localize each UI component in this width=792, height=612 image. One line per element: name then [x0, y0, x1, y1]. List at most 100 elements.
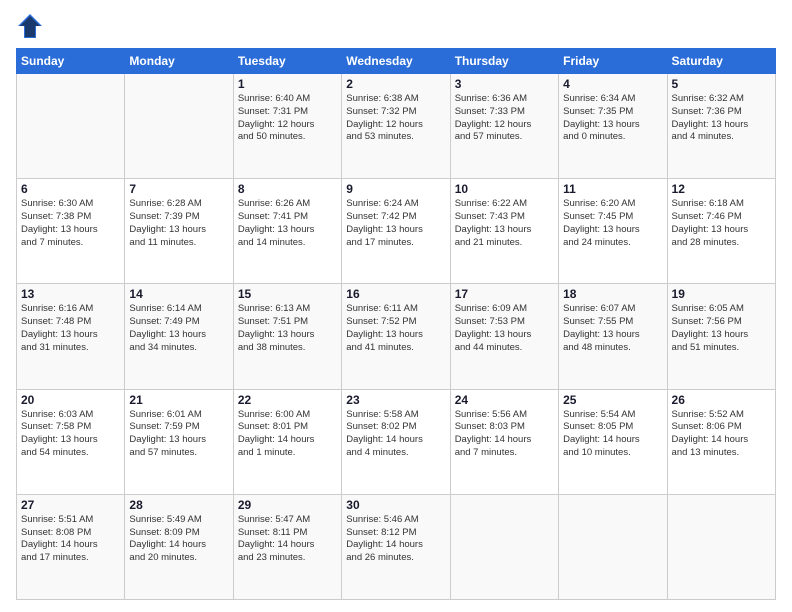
- day-number: 11: [563, 182, 662, 196]
- day-info: Sunrise: 6:22 AM Sunset: 7:43 PM Dayligh…: [455, 198, 554, 249]
- day-info: Sunrise: 6:13 AM Sunset: 7:51 PM Dayligh…: [238, 303, 337, 354]
- calendar-cell: 27 Sunrise: 5:51 AM Sunset: 8:08 PM Dayli…: [17, 494, 125, 599]
- day-info: Sunrise: 6:16 AM Sunset: 7:48 PM Dayligh…: [21, 303, 120, 354]
- calendar-cell: 28Sunrise: 5:49 AM Sunset: 8:09 PM Dayli…: [125, 494, 233, 599]
- day-info: Sunrise: 6:34 AM Sunset: 7:35 PM Dayligh…: [563, 93, 662, 144]
- calendar-cell: 19 Sunrise: 6:05 AM Sunset: 7:56 PM Dayli…: [667, 284, 775, 389]
- day-info: Sunrise: 6:03 AM Sunset: 7:58 PM Dayligh…: [21, 409, 120, 460]
- day-number: 17: [455, 287, 554, 301]
- calendar-cell: 18Sunrise: 6:07 AM Sunset: 7:55 PM Dayli…: [559, 284, 667, 389]
- calendar-cell: 25Sunrise: 5:54 AM Sunset: 8:05 PM Dayli…: [559, 389, 667, 494]
- day-info: Sunrise: 5:47 AM Sunset: 8:11 PM Dayligh…: [238, 514, 337, 565]
- day-number: 13: [21, 287, 120, 301]
- logo: [16, 12, 48, 40]
- logo-icon: [16, 12, 44, 40]
- calendar-cell: 6 Sunrise: 6:30 AM Sunset: 7:38 PM Daylig…: [17, 179, 125, 284]
- weekday-header-cell: Wednesday: [342, 49, 450, 74]
- day-number: 20: [21, 393, 120, 407]
- calendar-week-row: 13 Sunrise: 6:16 AM Sunset: 7:48 PM Dayli…: [17, 284, 776, 389]
- day-info: Sunrise: 6:24 AM Sunset: 7:42 PM Dayligh…: [346, 198, 445, 249]
- calendar-cell: 4Sunrise: 6:34 AM Sunset: 7:35 PM Daylig…: [559, 74, 667, 179]
- weekday-header-cell: Saturday: [667, 49, 775, 74]
- day-number: 15: [238, 287, 337, 301]
- day-number: 5: [672, 77, 771, 91]
- calendar-cell: 20 Sunrise: 6:03 AM Sunset: 7:58 PM Dayli…: [17, 389, 125, 494]
- calendar-cell: 5 Sunrise: 6:32 AM Sunset: 7:36 PM Daylig…: [667, 74, 775, 179]
- day-info: Sunrise: 6:11 AM Sunset: 7:52 PM Dayligh…: [346, 303, 445, 354]
- calendar-cell: 16 Sunrise: 6:11 AM Sunset: 7:52 PM Dayli…: [342, 284, 450, 389]
- calendar-cell: [667, 494, 775, 599]
- calendar-cell: 30 Sunrise: 5:46 AM Sunset: 8:12 PM Dayli…: [342, 494, 450, 599]
- day-number: 12: [672, 182, 771, 196]
- day-info: Sunrise: 6:05 AM Sunset: 7:56 PM Dayligh…: [672, 303, 771, 354]
- weekday-header-row: SundayMondayTuesdayWednesdayThursdayFrid…: [17, 49, 776, 74]
- day-number: 3: [455, 77, 554, 91]
- day-number: 30: [346, 498, 445, 512]
- day-info: Sunrise: 6:40 AM Sunset: 7:31 PM Dayligh…: [238, 93, 337, 144]
- weekday-header-cell: Thursday: [450, 49, 558, 74]
- calendar-cell: 29 Sunrise: 5:47 AM Sunset: 8:11 PM Dayli…: [233, 494, 341, 599]
- weekday-header-cell: Friday: [559, 49, 667, 74]
- day-info: Sunrise: 6:36 AM Sunset: 7:33 PM Dayligh…: [455, 93, 554, 144]
- calendar-cell: 7Sunrise: 6:28 AM Sunset: 7:39 PM Daylig…: [125, 179, 233, 284]
- day-info: Sunrise: 5:56 AM Sunset: 8:03 PM Dayligh…: [455, 409, 554, 460]
- calendar-cell: 13 Sunrise: 6:16 AM Sunset: 7:48 PM Dayli…: [17, 284, 125, 389]
- day-info: Sunrise: 6:18 AM Sunset: 7:46 PM Dayligh…: [672, 198, 771, 249]
- day-info: Sunrise: 5:46 AM Sunset: 8:12 PM Dayligh…: [346, 514, 445, 565]
- calendar-cell: 14Sunrise: 6:14 AM Sunset: 7:49 PM Dayli…: [125, 284, 233, 389]
- calendar-week-row: 27 Sunrise: 5:51 AM Sunset: 8:08 PM Dayli…: [17, 494, 776, 599]
- calendar-cell: [450, 494, 558, 599]
- day-info: Sunrise: 6:01 AM Sunset: 7:59 PM Dayligh…: [129, 409, 228, 460]
- day-number: 27: [21, 498, 120, 512]
- calendar-cell: 3 Sunrise: 6:36 AM Sunset: 7:33 PM Daylig…: [450, 74, 558, 179]
- calendar-cell: 22 Sunrise: 6:00 AM Sunset: 8:01 PM Dayli…: [233, 389, 341, 494]
- page: SundayMondayTuesdayWednesdayThursdayFrid…: [0, 0, 792, 612]
- day-number: 22: [238, 393, 337, 407]
- calendar-cell: [559, 494, 667, 599]
- calendar-cell: 8Sunrise: 6:26 AM Sunset: 7:41 PM Daylig…: [233, 179, 341, 284]
- day-info: Sunrise: 6:28 AM Sunset: 7:39 PM Dayligh…: [129, 198, 228, 249]
- weekday-header-cell: Sunday: [17, 49, 125, 74]
- calendar-cell: 11 Sunrise: 6:20 AM Sunset: 7:45 PM Dayli…: [559, 179, 667, 284]
- day-info: Sunrise: 5:58 AM Sunset: 8:02 PM Dayligh…: [346, 409, 445, 460]
- calendar-week-row: 20 Sunrise: 6:03 AM Sunset: 7:58 PM Dayli…: [17, 389, 776, 494]
- day-number: 29: [238, 498, 337, 512]
- day-info: Sunrise: 6:14 AM Sunset: 7:49 PM Dayligh…: [129, 303, 228, 354]
- day-number: 26: [672, 393, 771, 407]
- calendar-cell: 9 Sunrise: 6:24 AM Sunset: 7:42 PM Daylig…: [342, 179, 450, 284]
- calendar-cell: 10 Sunrise: 6:22 AM Sunset: 7:43 PM Dayli…: [450, 179, 558, 284]
- day-info: Sunrise: 5:49 AM Sunset: 8:09 PM Dayligh…: [129, 514, 228, 565]
- day-number: 1: [238, 77, 337, 91]
- day-info: Sunrise: 6:09 AM Sunset: 7:53 PM Dayligh…: [455, 303, 554, 354]
- calendar-table: SundayMondayTuesdayWednesdayThursdayFrid…: [16, 48, 776, 600]
- day-number: 10: [455, 182, 554, 196]
- calendar-week-row: 1 Sunrise: 6:40 AM Sunset: 7:31 PM Daylig…: [17, 74, 776, 179]
- day-number: 24: [455, 393, 554, 407]
- day-number: 8: [238, 182, 337, 196]
- day-number: 19: [672, 287, 771, 301]
- calendar-cell: 15 Sunrise: 6:13 AM Sunset: 7:51 PM Dayli…: [233, 284, 341, 389]
- weekday-header-cell: Tuesday: [233, 49, 341, 74]
- day-info: Sunrise: 6:38 AM Sunset: 7:32 PM Dayligh…: [346, 93, 445, 144]
- day-info: Sunrise: 6:30 AM Sunset: 7:38 PM Dayligh…: [21, 198, 120, 249]
- calendar-week-row: 6 Sunrise: 6:30 AM Sunset: 7:38 PM Daylig…: [17, 179, 776, 284]
- day-number: 25: [563, 393, 662, 407]
- day-number: 23: [346, 393, 445, 407]
- day-info: Sunrise: 6:32 AM Sunset: 7:36 PM Dayligh…: [672, 93, 771, 144]
- calendar-cell: [125, 74, 233, 179]
- day-number: 16: [346, 287, 445, 301]
- day-info: Sunrise: 6:20 AM Sunset: 7:45 PM Dayligh…: [563, 198, 662, 249]
- calendar-body: 1 Sunrise: 6:40 AM Sunset: 7:31 PM Daylig…: [17, 74, 776, 600]
- weekday-header-cell: Monday: [125, 49, 233, 74]
- header: [16, 12, 776, 40]
- day-number: 9: [346, 182, 445, 196]
- day-info: Sunrise: 6:00 AM Sunset: 8:01 PM Dayligh…: [238, 409, 337, 460]
- calendar-cell: 26Sunrise: 5:52 AM Sunset: 8:06 PM Dayli…: [667, 389, 775, 494]
- calendar-cell: 17 Sunrise: 6:09 AM Sunset: 7:53 PM Dayli…: [450, 284, 558, 389]
- day-number: 2: [346, 77, 445, 91]
- day-number: 18: [563, 287, 662, 301]
- day-info: Sunrise: 5:51 AM Sunset: 8:08 PM Dayligh…: [21, 514, 120, 565]
- day-number: 6: [21, 182, 120, 196]
- day-number: 21: [129, 393, 228, 407]
- calendar-cell: 2 Sunrise: 6:38 AM Sunset: 7:32 PM Daylig…: [342, 74, 450, 179]
